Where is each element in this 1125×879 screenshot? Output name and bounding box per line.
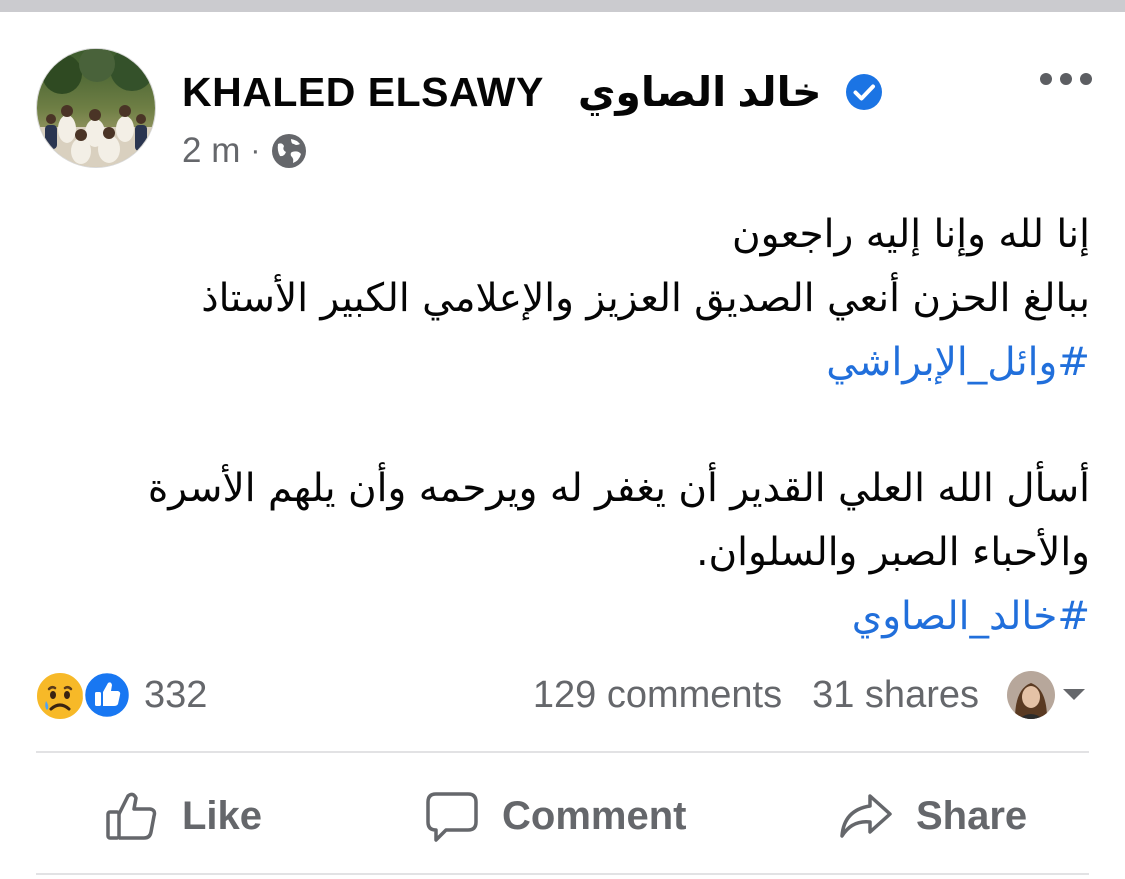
- divider: [36, 751, 1089, 753]
- post-timestamp[interactable]: 2 m: [182, 131, 240, 171]
- hashtag-link[interactable]: #وائل_الإبراشي: [100, 331, 1090, 395]
- more-dot: [1080, 73, 1092, 85]
- more-options-icon[interactable]: [1040, 68, 1092, 90]
- shares-count[interactable]: 31 shares: [812, 674, 979, 717]
- reaction-icons: [34, 668, 136, 722]
- verified-badge-icon: [844, 72, 884, 112]
- top-edge-strip: [0, 0, 1125, 12]
- like-button[interactable]: Like: [104, 780, 262, 852]
- share-label: Share: [916, 793, 1028, 838]
- reactions-count[interactable]: 332: [144, 674, 207, 717]
- post-body: إنا لله وإنا إليه راجعون ببالغ الحزن أنع…: [100, 203, 1090, 649]
- author-avatar[interactable]: [36, 48, 156, 168]
- post-meta: 2 m ·: [182, 128, 308, 174]
- thumbs-up-icon: [106, 792, 157, 840]
- hashtag-link[interactable]: #خالد_الصاوي: [100, 585, 1090, 649]
- post-text-line: إنا لله وإنا إليه راجعون: [731, 212, 1090, 257]
- meta-separator: ·: [250, 134, 261, 167]
- share-button[interactable]: Share: [838, 780, 1027, 852]
- reactions-summary[interactable]: 332: [34, 668, 207, 722]
- comment-label: Comment: [502, 793, 687, 838]
- more-dot: [1040, 73, 1052, 85]
- like-reaction-icon: [82, 670, 132, 720]
- author-name-row: KHALED ELSAWY خالد الصاوي: [182, 66, 884, 118]
- post-text-line: أسأل الله العلي القدير أن يغفر له ويرحمه…: [147, 466, 1090, 511]
- sad-reaction-icon: [35, 671, 85, 721]
- globe-icon[interactable]: [270, 132, 308, 170]
- comments-count[interactable]: 129 comments: [533, 674, 782, 717]
- chevron-down-icon[interactable]: [1061, 687, 1087, 703]
- comment-button[interactable]: Comment: [424, 780, 686, 852]
- post-text-line: والأحباء الصبر والسلوان.: [696, 530, 1090, 575]
- action-bar: Like Comment Share: [0, 780, 1125, 852]
- post-text-line: ببالغ الحزن أنعي الصديق العزيز والإعلامي…: [201, 276, 1090, 321]
- post-stats: 129 comments 31 shares: [533, 668, 1087, 722]
- viewer-avatar[interactable]: [1007, 671, 1055, 719]
- more-dot: [1060, 73, 1072, 85]
- like-label: Like: [182, 793, 263, 838]
- divider: [36, 873, 1089, 875]
- author-name-english[interactable]: KHALED ELSAWY: [182, 69, 544, 116]
- share-icon: [840, 794, 892, 838]
- comment-icon: [426, 792, 478, 842]
- author-name-arabic[interactable]: خالد الصاوي: [578, 68, 822, 116]
